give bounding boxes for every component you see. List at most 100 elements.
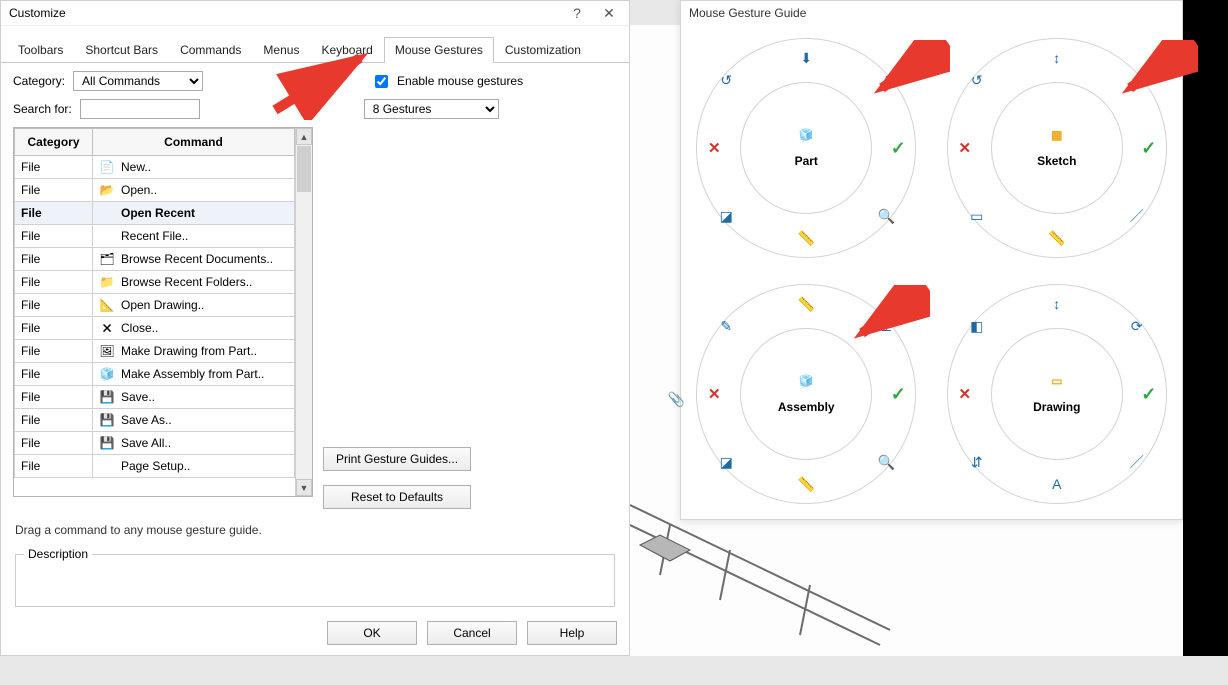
cancel-icon[interactable]: ✕ [703,383,725,405]
command-label: Make Drawing from Part.. [121,344,257,358]
enable-gestures-label[interactable]: Enable mouse gestures [397,74,523,88]
gesture-wheel[interactable]: ▦Sketch↕⟂✓／📏▭✕↺ [947,38,1167,258]
search-input[interactable] [80,99,200,119]
scroll-thumb[interactable] [297,146,311,192]
cancel-icon[interactable]: ✕ [954,383,976,405]
line-icon[interactable]: ／ [1126,451,1148,473]
flip-icon[interactable]: ⇵ [966,451,988,473]
gesture-wheel[interactable]: 🧊 Part ⬇ ⟂ ✓ 🔍 📏 ◪ ✕ ↺ [696,38,916,258]
command-label: Open.. [121,183,157,197]
table-scrollbar[interactable]: ▲ ▼ [295,128,312,496]
section-view-icon[interactable]: ◪ [715,205,737,227]
command-label: Save.. [121,390,155,404]
measure-tape-icon[interactable]: 📏 [795,293,817,315]
table-row[interactable]: File💾Save.. [15,386,295,409]
enable-gestures-checkbox[interactable] [375,75,388,88]
normal-to-icon[interactable]: ⟂ [875,69,897,91]
normal-to-icon[interactable]: ⟂ [1126,69,1148,91]
command-cell: 📁Browse Recent Folders.. [93,271,295,294]
table-row[interactable]: FileRecent File.. [15,225,295,248]
tab-toolbars[interactable]: Toolbars [7,37,74,63]
annotation-icon[interactable]: A [1046,473,1068,495]
wheel-label: Assembly [766,400,846,414]
scroll-up-icon[interactable]: ▲ [296,128,312,145]
accept-icon[interactable]: ✓ [887,383,909,405]
command-cell: Page Setup.. [93,455,295,478]
tab-keyboard[interactable]: Keyboard [310,37,383,63]
reset-defaults-button[interactable]: Reset to Defaults [323,485,471,509]
col-command[interactable]: Command [93,129,295,156]
command-table[interactable]: Category Command File📄New..File📂Open..Fi… [13,127,313,497]
gesture-count-select[interactable]: 8 Gestures [364,99,499,119]
front-view-icon[interactable]: ⬇ [795,47,817,69]
table-row[interactable]: File💾Save All.. [15,432,295,455]
table-row[interactable]: File🧊Make Assembly from Part.. [15,363,295,386]
help-icon[interactable]: ? [561,5,593,21]
normal-to-icon[interactable]: ⟂ [875,315,897,337]
category-cell: File [15,156,93,179]
measure-icon[interactable]: 📏 [795,227,817,249]
assembly-cubes-icon: 🧊 [795,374,817,396]
close-icon[interactable]: ✕ [593,5,625,22]
paperclip-icon[interactable]: 📎 [665,388,687,410]
table-row[interactable]: File📄New.. [15,156,295,179]
tab-commands[interactable]: Commands [169,37,252,63]
table-row[interactable]: File📐Open Drawing.. [15,294,295,317]
wheel-label: Part [766,154,846,168]
gesture-wheel[interactable]: 🧊Assembly📏⟂✓🔍📏◪✕✎📎 [696,284,916,504]
accept-icon[interactable]: ✓ [887,137,909,159]
help-button[interactable]: Help [527,621,617,645]
tab-menus[interactable]: Menus [252,37,310,63]
line-icon[interactable]: ／ [1126,205,1148,227]
tab-mouse-gestures[interactable]: Mouse Gestures [384,37,494,63]
tab-shortcut-bars[interactable]: Shortcut Bars [74,37,169,63]
measure-icon[interactable]: 📏 [1046,227,1068,249]
col-category[interactable]: Category [15,129,93,156]
wheel-assembly: 🧊Assembly📏⟂✓🔍📏◪✕✎📎 [681,271,932,517]
command-cell: 📐Open Drawing.. [93,294,295,317]
previous-view-icon[interactable]: ↺ [966,69,988,91]
accept-icon[interactable]: ✓ [1138,137,1160,159]
ok-button[interactable]: OK [327,621,417,645]
tab-customization[interactable]: Customization [494,37,592,63]
command-cell: Recent File.. [93,225,295,248]
edit-component-icon[interactable]: ✎ [715,315,737,337]
print-guides-button[interactable]: Print Gesture Guides... [323,447,471,471]
table-row[interactable]: File📂Open.. [15,179,295,202]
zoom-fit-icon[interactable]: 🔍 [875,451,897,473]
customize-dialog: Customize ? ✕ ToolbarsShortcut BarsComma… [0,0,630,656]
table-row[interactable]: File💾Save As.. [15,409,295,432]
wheel-label: Sketch [1017,154,1097,168]
rotate-view-icon[interactable]: ⟳ [1126,315,1148,337]
zoom-fit-icon[interactable]: 🔍 [875,205,897,227]
app-right-gutter [1183,0,1228,656]
table-row[interactable]: File🗂Browse Recent Documents.. [15,248,295,271]
section-view-icon[interactable]: ◪ [715,451,737,473]
table-row[interactable]: File🖼Make Drawing from Part.. [15,340,295,363]
measure-icon[interactable]: 📏 [795,473,817,495]
scroll-down-icon[interactable]: ▼ [296,479,312,496]
model-items-icon[interactable]: ◧ [966,315,988,337]
cancel-icon[interactable]: ✕ [954,137,976,159]
dimension-icon[interactable]: ↕ [1046,293,1068,315]
dimension-icon[interactable]: ↕ [1046,47,1068,69]
cancel-button[interactable]: Cancel [427,621,517,645]
command-label: Browse Recent Documents.. [121,252,273,266]
rectangle-icon[interactable]: ▭ [966,205,988,227]
accept-icon[interactable]: ✓ [1138,383,1160,405]
category-select[interactable]: All Commands [73,71,203,91]
category-cell: File [15,248,93,271]
save-all-icon: 💾 [99,435,115,451]
cancel-icon[interactable]: ✕ [703,137,725,159]
category-cell: File [15,409,93,432]
table-row[interactable]: FilePage Setup.. [15,455,295,478]
table-row[interactable]: File🗙Close.. [15,317,295,340]
table-row[interactable]: FileOpen Recent [15,202,295,225]
part-cube-icon: 🧊 [795,128,817,150]
wheel-part: 🧊 Part ⬇ ⟂ ✓ 🔍 📏 ◪ ✕ ↺ [681,25,932,271]
category-label: Category: [13,74,65,88]
table-row[interactable]: File📁Browse Recent Folders.. [15,271,295,294]
previous-view-icon[interactable]: ↺ [715,69,737,91]
gesture-wheel[interactable]: ▭Drawing↕⟳✓／A⇵✕◧ [947,284,1167,504]
command-label: Save All.. [121,436,171,450]
